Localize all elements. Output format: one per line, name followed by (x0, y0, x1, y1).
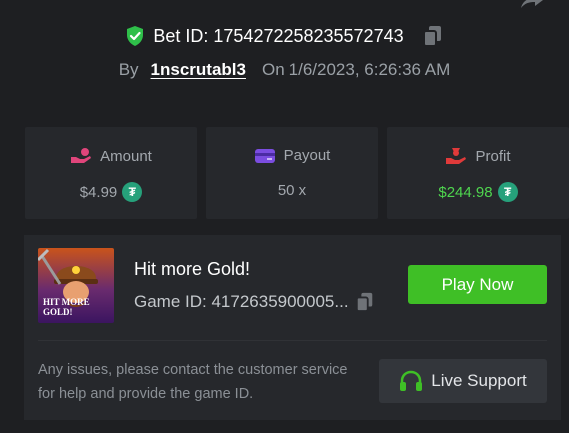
tether-icon: ₮ (497, 182, 518, 202)
support-notice: Any issues, please contact the customer … (38, 362, 348, 402)
on-label: On (261, 60, 285, 79)
hand-coins-icon (71, 148, 92, 163)
play-now-button[interactable]: Play Now (408, 265, 547, 304)
game-title: Hit more Gold! (134, 259, 251, 279)
copy-game-id-icon[interactable] (355, 291, 375, 313)
live-support-button[interactable]: Live Support (379, 359, 547, 403)
card-icon (254, 148, 275, 163)
live-support-label: Live Support (431, 371, 527, 390)
game-card: HIT MORE GOLD! Hit more Gold! Game ID: 4… (24, 235, 561, 420)
amount-value: $4.99 (79, 183, 118, 201)
share-icon[interactable] (519, 0, 545, 8)
game-thumbnail[interactable]: HIT MORE GOLD! (38, 248, 114, 323)
game-art-image: HIT MORE GOLD! (38, 248, 114, 323)
tether-icon: ₮ (122, 182, 143, 202)
verified-shield-icon (127, 26, 144, 46)
svg-text:GOLD!: GOLD! (43, 307, 73, 317)
svg-text:HIT MORE: HIT MORE (43, 297, 90, 307)
bet-id-row: Bet ID: 1754272258235572743 (0, 22, 569, 50)
bet-meta-row: By 1nscrutabl3 On 1/6/2023, 6:26:36 AM (0, 58, 569, 82)
headset-icon (400, 370, 423, 391)
profit-label: Profit (475, 147, 511, 165)
amount-stat: Amount $4.99 ₮ (25, 127, 197, 219)
username-link[interactable]: 1nscrutabl3 (151, 60, 246, 80)
game-id-row: Game ID: 4172635900005... (134, 291, 375, 313)
payout-value: 50 x (277, 182, 307, 199)
divider (38, 340, 547, 341)
profit-stat: Profit $244.98 ₮ (387, 127, 569, 219)
hand-money-icon (446, 148, 467, 164)
payout-label: Payout (283, 147, 331, 164)
bet-id: Bet ID: 1754272258235572743 (153, 25, 404, 46)
copy-bet-id-icon[interactable] (422, 24, 444, 48)
amount-label: Amount (100, 147, 152, 165)
payout-stat: Payout 50 x (206, 127, 378, 219)
bet-date: 1/6/2023, 6:26:36 AM (288, 60, 451, 79)
profit-value: $244.98 (438, 183, 493, 201)
game-id: Game ID: 4172635900005... (134, 292, 349, 311)
by-label: By (118, 60, 139, 79)
